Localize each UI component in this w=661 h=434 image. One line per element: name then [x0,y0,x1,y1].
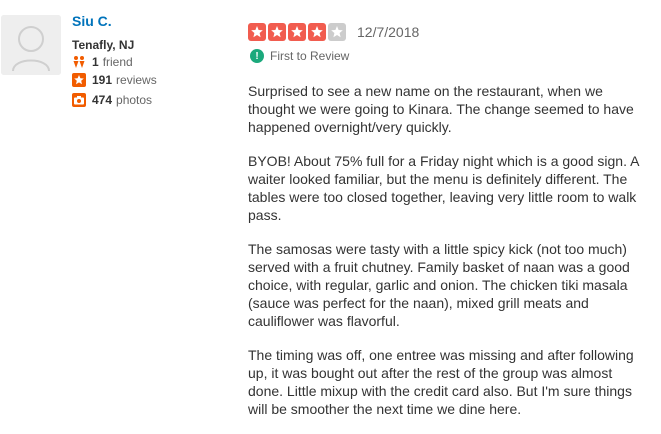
first-to-review-badge: ! First to Review [250,49,349,63]
review-date: 12/7/2018 [357,24,420,40]
reviews-stat: 191 reviews [72,73,157,87]
review-paragraph: The timing was off, one entree was missi… [248,347,634,417]
review-paragraph: BYOB! About 75% full for a Friday night … [248,153,639,223]
reviews-label: reviews [116,73,157,87]
camera-icon [72,93,86,107]
star-icon [288,23,306,41]
star-icon [308,23,326,41]
default-user-avatar-icon [1,15,61,75]
friends-count: 1 [92,55,99,69]
star-icon [328,23,346,41]
badge-label: First to Review [270,49,350,63]
photos-label: photos [116,93,153,107]
reviews-count: 191 [92,73,113,87]
review-body: Surprised to see a new name on the resta… [248,82,648,434]
reviewer-location: Tenafly, NJ [72,38,135,52]
review-paragraph: Surprised to see a new name on the resta… [248,83,634,135]
friends-icon [72,55,86,69]
reviewer-avatar[interactable] [1,15,61,75]
friends-label: friend [102,55,133,69]
photos-stat: 474 photos [72,93,152,107]
friends-stat: 1 friend [72,55,133,69]
review-paragraph: The samosas were tasty with a little spi… [248,241,630,329]
photos-count: 474 [92,93,113,107]
star-icon [248,23,266,41]
star-rating [248,23,348,41]
star-box-icon [72,73,86,87]
star-icon [268,23,286,41]
reviewer-name[interactable]: Siu C. [72,13,112,29]
info-badge-icon: ! [250,49,264,63]
